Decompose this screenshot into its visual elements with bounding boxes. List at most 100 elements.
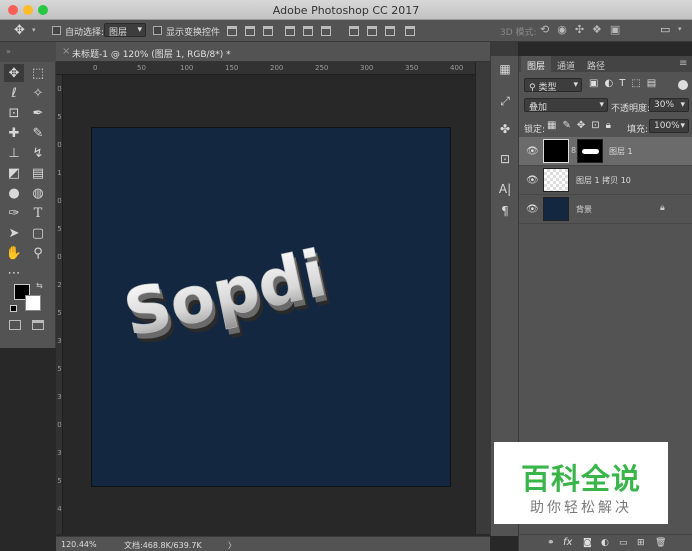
align-left-icon[interactable] — [285, 26, 295, 36]
blend-mode-dropdown[interactable]: 叠加 ▾ — [524, 98, 608, 113]
distribute-bottom-icon[interactable] — [385, 26, 395, 36]
default-colors-icon[interactable] — [10, 305, 17, 312]
vertical-scrollbar[interactable] — [475, 62, 490, 534]
eyedropper-tool-icon[interactable]: ✒ — [28, 104, 48, 122]
layer-row[interactable]: 👁︎ 8 图层 1 — [519, 137, 692, 166]
fx-icon[interactable]: fx — [563, 537, 572, 548]
layer-row[interactable]: 👁︎ 背景 🔒︎ — [519, 195, 692, 224]
3d-pan-icon[interactable]: ✣ — [575, 23, 592, 36]
move-tool-icon[interactable]: ✥ — [4, 64, 24, 82]
magic-wand-tool-icon[interactable]: ✧ — [28, 84, 48, 102]
zoom-level[interactable]: 120.44% — [61, 540, 97, 549]
3d-rotate-icon[interactable]: ⟲ — [540, 23, 557, 36]
filter-type-icon[interactable]: T — [619, 78, 631, 89]
blur-tool-icon[interactable]: ● — [4, 184, 24, 202]
layer-name[interactable]: 图层 1 — [609, 146, 633, 157]
lock-pixels-icon[interactable]: ✎ — [562, 120, 576, 131]
filter-pixel-icon[interactable]: ▣ — [589, 78, 604, 89]
filter-smart-icon[interactable]: ▤ — [647, 78, 662, 89]
3d-mode-icons[interactable]: ⟲◉✣❖▣ — [540, 23, 628, 36]
show-transform-checkbox[interactable] — [153, 26, 162, 35]
collapse-icon[interactable]: » — [6, 47, 11, 56]
lasso-tool-icon[interactable]: ℓ — [4, 84, 24, 102]
marquee-tool-icon[interactable]: ⬚ — [28, 64, 48, 82]
adjustment-icon[interactable]: ◐ — [601, 538, 609, 548]
align-hcenter-icon[interactable] — [303, 26, 313, 36]
crop-panel-icon[interactable]: ⊡ — [498, 152, 512, 166]
properties-panel-icon[interactable]: ▦ — [498, 62, 512, 76]
path-selection-tool-icon[interactable]: ➤ — [4, 224, 24, 242]
align-top-icon[interactable] — [227, 26, 237, 36]
filter-adjustment-icon[interactable]: ◐ — [604, 78, 619, 89]
chain-link-icon[interactable]: 8 — [571, 146, 576, 155]
chevron-down-icon[interactable]: ▾ — [678, 25, 682, 33]
clone-stamp-tool-icon[interactable]: ⊥ — [4, 144, 24, 162]
lock-position-icon[interactable]: ✥ — [577, 120, 591, 131]
align-vcenter-icon[interactable] — [245, 26, 255, 36]
document-canvas[interactable]: Sopdi Sopdi Sopdi — [92, 128, 450, 486]
layer-mask-thumbnail[interactable] — [577, 139, 603, 163]
move-tool-preset-icon[interactable]: ✥ — [14, 23, 25, 38]
type-tool-icon[interactable]: T — [28, 204, 48, 222]
filter-kind-dropdown[interactable]: ⚲ 类型 ▾ — [524, 78, 582, 93]
auto-select-dropdown[interactable]: 图层 ▾ — [104, 23, 146, 38]
layer-name[interactable]: 背景 — [576, 204, 592, 215]
background-color-swatch[interactable] — [25, 295, 41, 311]
eye-icon[interactable]: 👁︎ — [526, 204, 539, 215]
filter-toggle-icon[interactable] — [678, 80, 688, 90]
gradient-tool-icon[interactable]: ▤ — [28, 164, 48, 182]
opacity-value: 30% — [654, 100, 675, 110]
dodge-tool-icon[interactable]: ◍ — [28, 184, 48, 202]
workspace-icon[interactable]: ▭ — [660, 23, 670, 36]
3d-scale-icon[interactable]: ▣ — [610, 23, 628, 36]
trash-icon[interactable]: 🗑︎ — [655, 538, 666, 548]
history-brush-tool-icon[interactable]: ↯ — [28, 144, 48, 162]
close-tab-icon[interactable]: × — [62, 46, 70, 57]
opacity-input[interactable]: 30% ▾ — [649, 98, 689, 112]
3d-slide-icon[interactable]: ❖ — [592, 23, 610, 36]
distribute-left-icon[interactable] — [405, 26, 415, 36]
document-tab[interactable]: × 未标题-1 @ 120% (图层 1, RGB/8*) * — [56, 42, 490, 62]
fill-input[interactable]: 100% ▾ — [649, 119, 689, 133]
swap-colors-icon[interactable]: ⇆ — [36, 281, 43, 290]
pen-tool-icon[interactable]: ✑ — [4, 204, 24, 222]
lock-artboard-icon[interactable]: ⊡ — [591, 120, 605, 131]
quick-mask-icon[interactable] — [9, 320, 21, 330]
layer-name[interactable]: 图层 1 拷贝 10 — [576, 175, 631, 186]
link-icon[interactable]: ⚭ — [547, 538, 555, 548]
tab-paths[interactable]: 路径 — [581, 56, 611, 72]
rectangle-tool-icon[interactable]: ▢ — [28, 224, 48, 242]
brush-tool-icon[interactable]: ✎ — [28, 124, 48, 142]
history-panel-icon[interactable]: ⤢ — [498, 94, 512, 108]
character-panel-icon[interactable]: A| — [498, 182, 512, 196]
zoom-tool-icon[interactable]: ⚲ — [28, 244, 48, 262]
align-bottom-icon[interactable] — [263, 26, 273, 36]
status-menu-arrow[interactable]: 〉 — [228, 540, 236, 551]
mask-icon[interactable]: ◙ — [583, 538, 592, 548]
lock-all-icon[interactable]: 🔒︎ — [606, 120, 617, 131]
3d-roll-icon[interactable]: ◉ — [557, 23, 575, 36]
lock-transparency-icon[interactable]: ▦ — [547, 120, 562, 131]
group-icon[interactable]: ▭ — [619, 538, 628, 548]
eye-icon[interactable]: 👁︎ — [526, 146, 539, 157]
auto-select-checkbox[interactable] — [52, 26, 61, 35]
paragraph-panel-icon[interactable]: ¶ — [498, 204, 512, 218]
actions-panel-icon[interactable]: ✤ — [498, 122, 512, 136]
screen-mode-icon[interactable] — [32, 320, 44, 330]
distribute-top-icon[interactable] — [349, 26, 359, 36]
tab-layers[interactable]: 图层 — [521, 56, 552, 72]
layer-row[interactable]: 👁︎ 图层 1 拷贝 10 — [519, 166, 692, 195]
new-layer-icon[interactable]: ⊞ — [637, 538, 645, 548]
chevron-down-icon[interactable]: ▾ — [32, 26, 36, 34]
crop-tool-icon[interactable]: ⊡ — [4, 104, 24, 122]
eraser-tool-icon[interactable]: ◩ — [4, 164, 24, 182]
healing-brush-tool-icon[interactable]: ✚ — [4, 124, 24, 142]
align-right-icon[interactable] — [321, 26, 331, 36]
filter-shape-icon[interactable]: ⬚ — [631, 78, 646, 89]
eye-icon[interactable]: 👁︎ — [526, 175, 539, 186]
more-tools-icon[interactable]: ⋯ — [4, 264, 24, 282]
panel-menu-icon[interactable]: ≡ — [679, 58, 687, 69]
tab-channels[interactable]: 通道 — [551, 56, 581, 72]
hand-tool-icon[interactable]: ✋ — [4, 244, 24, 262]
distribute-vcenter-icon[interactable] — [367, 26, 377, 36]
